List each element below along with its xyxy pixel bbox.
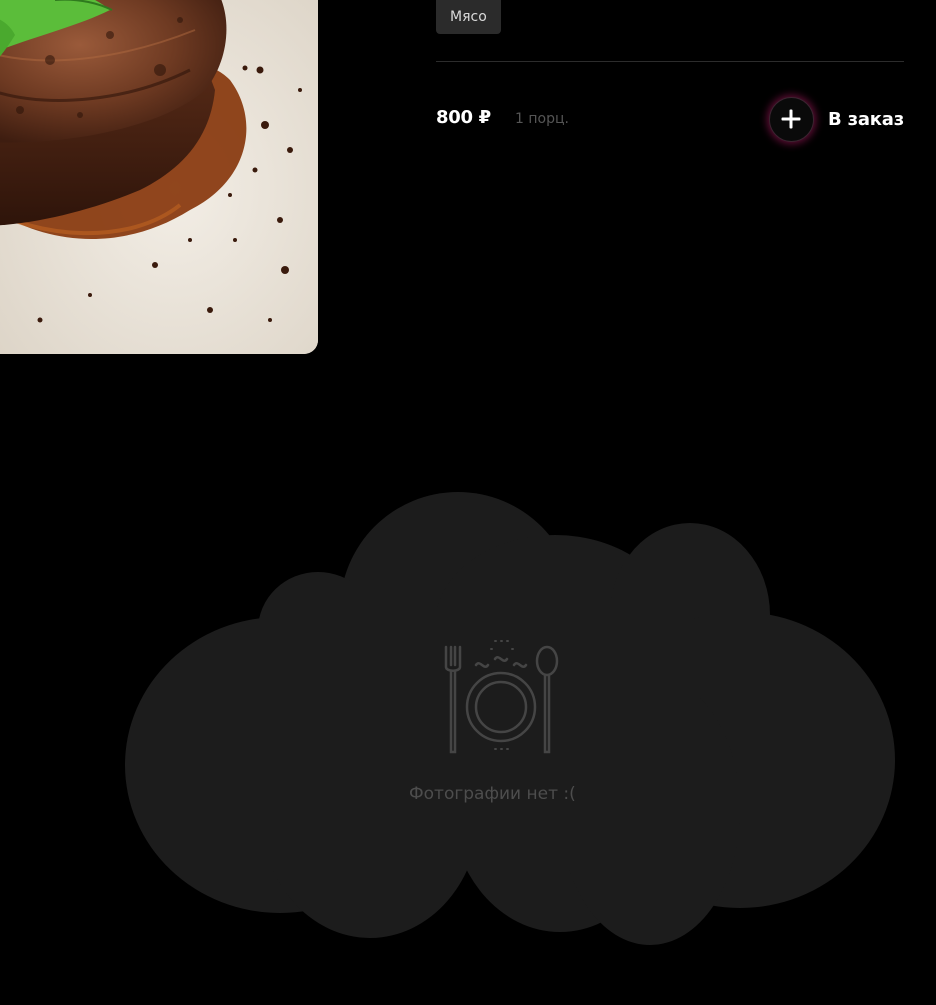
dish-photo bbox=[0, 0, 318, 354]
portion-size: 1 порц. bbox=[515, 111, 569, 127]
plus-icon[interactable] bbox=[768, 96, 814, 142]
add-to-order-button[interactable]: В заказ bbox=[768, 94, 904, 144]
plate-fork-spoon-icon bbox=[444, 640, 559, 754]
no-photo-text: Фотографии нет :( bbox=[409, 784, 576, 804]
divider bbox=[436, 61, 904, 62]
add-to-order-label[interactable]: В заказ bbox=[828, 109, 904, 130]
category-tag[interactable]: Мясо bbox=[436, 0, 501, 34]
dish-price: 800 ₽ bbox=[436, 107, 491, 128]
